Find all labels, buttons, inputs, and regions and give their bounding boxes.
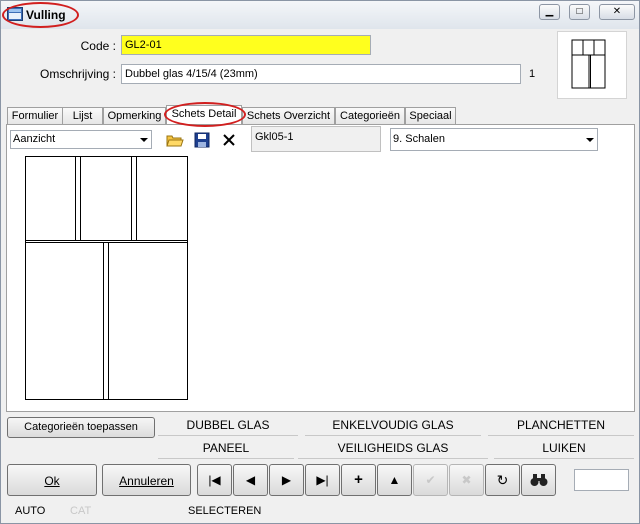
tab-annotation-oval (164, 102, 246, 127)
tab-label: Speciaal (409, 110, 452, 122)
first-record-button[interactable]: |◀ (197, 464, 232, 496)
tab-label: Formulier (11, 110, 59, 122)
tab-categorieen[interactable]: Categorieën (335, 107, 405, 124)
delete-icon[interactable] (220, 131, 238, 149)
tab-speciaal[interactable]: Speciaal (405, 107, 456, 124)
title-annotation-oval (2, 2, 79, 28)
binoculars-icon (530, 474, 547, 486)
previous-record-button[interactable]: ◀ (233, 464, 268, 496)
minimize-button[interactable]: ▁ (539, 4, 560, 20)
previous-record-icon: ◀ (245, 473, 256, 487)
description-label: Omschrijving : (39, 67, 116, 81)
first-record-icon: |◀ (208, 473, 221, 487)
refresh-icon: ↻ (496, 472, 509, 488)
cancel-edit-button[interactable]: ✖ (449, 464, 484, 496)
gkl-field[interactable]: Gkl05-1 (251, 126, 381, 152)
chevron-down-icon (586, 138, 594, 142)
tab-label: Lijst (72, 110, 93, 122)
next-record-button[interactable]: ▶ (269, 464, 304, 496)
last-record-icon: ▶| (316, 473, 329, 487)
category-veiligheids-glas[interactable]: VEILIGHEIDS GLAS (298, 438, 488, 459)
view-select[interactable]: Aanzicht (10, 130, 152, 149)
close-icon: ✕ (612, 6, 622, 17)
scale-select[interactable]: 9. Schalen (390, 128, 598, 151)
cancel-edit-icon: ✖ (461, 473, 472, 487)
minimize-icon: ▁ (545, 6, 554, 17)
vulling-window: Vulling ▁ □ ✕ Code : GL2-01 Omschrijving… (0, 0, 640, 524)
status-auto: AUTO (15, 505, 46, 517)
category-enkelvoudig-glas[interactable]: ENKELVOUDIG GLAS (305, 415, 481, 436)
apply-categories-button[interactable]: Categorieën toepassen (7, 417, 155, 438)
frame-sketch[interactable] (25, 156, 188, 400)
save-icon[interactable] (193, 131, 211, 149)
last-record-button[interactable]: ▶| (305, 464, 340, 496)
title-bar[interactable]: Vulling ▁ □ ✕ (1, 1, 639, 29)
description-field[interactable]: Dubbel glas 4/15/4 (23mm) (121, 64, 521, 84)
thumbnail-sketch (571, 39, 606, 89)
status-cat: CAT (70, 505, 92, 517)
tab-strip: Formulier Lijst Opmerking Schets Detail … (6, 105, 636, 125)
tab-formulier[interactable]: Formulier (7, 107, 63, 124)
close-button[interactable]: ✕ (599, 4, 635, 20)
add-record-icon: + (354, 471, 363, 488)
tab-label: Opmerking (107, 110, 162, 122)
code-field[interactable]: GL2-01 (121, 35, 371, 55)
refresh-button[interactable]: ↻ (485, 464, 520, 496)
add-record-button[interactable]: + (341, 464, 376, 496)
maximize-button[interactable]: □ (569, 4, 590, 20)
tab-opmerking[interactable]: Opmerking (103, 107, 166, 124)
open-folder-icon[interactable] (166, 131, 184, 149)
status-mode: SELECTEREN (188, 505, 262, 517)
cancel-button[interactable]: Annuleren (102, 464, 191, 496)
search-button[interactable] (521, 464, 556, 496)
code-label: Code : (80, 39, 116, 53)
sketch-thumbnail (557, 31, 627, 99)
tab-label: Schets Overzicht (246, 110, 331, 122)
category-paneel[interactable]: PANEEL (158, 438, 294, 459)
description-count: 1 (529, 68, 536, 80)
record-number-field[interactable] (574, 469, 629, 491)
chevron-down-icon (140, 138, 148, 142)
view-select-value: Aanzicht (13, 133, 56, 145)
maximize-icon: □ (576, 6, 583, 17)
category-luiken[interactable]: LUIKEN (494, 438, 634, 459)
next-record-icon: ▶ (281, 473, 292, 487)
ok-button[interactable]: Ok (7, 464, 97, 496)
tab-label: Categorieën (340, 110, 400, 122)
confirm-icon: ✔ (425, 473, 436, 487)
scale-select-value: 9. Schalen (393, 133, 445, 145)
tab-lijst[interactable]: Lijst (62, 107, 103, 124)
sketch-outer-frame (25, 156, 188, 400)
up-icon: ▲ (388, 473, 401, 487)
up-button[interactable]: ▲ (377, 464, 412, 496)
category-planchetten[interactable]: PLANCHETTEN (488, 415, 634, 436)
tab-schets-overzicht[interactable]: Schets Overzicht (242, 107, 335, 124)
confirm-button[interactable]: ✔ (413, 464, 448, 496)
category-dubbel-glas[interactable]: DUBBEL GLAS (158, 415, 298, 436)
